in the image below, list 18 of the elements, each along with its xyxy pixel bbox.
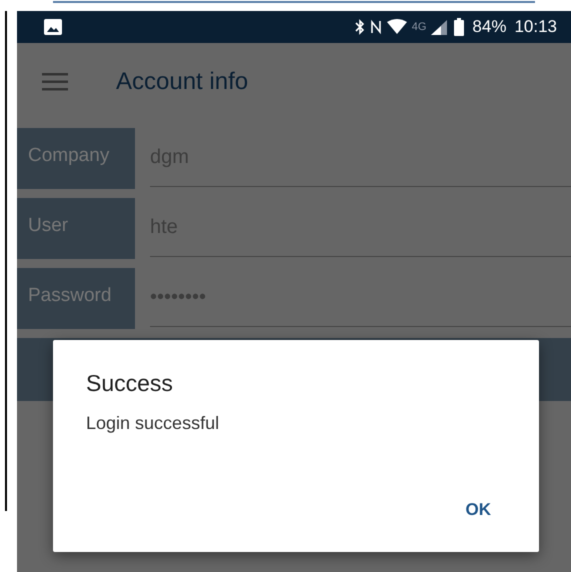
clock-time: 10:13 — [514, 17, 557, 37]
bluetooth-icon — [354, 19, 365, 35]
menu-icon[interactable] — [42, 73, 68, 91]
dialog-message: Login successful — [86, 413, 220, 434]
battery-icon — [454, 18, 464, 36]
field-label: User — [17, 198, 135, 259]
wifi-icon — [386, 19, 407, 35]
battery-percentage: 84% — [472, 17, 506, 37]
dialog-title: Success — [86, 370, 174, 397]
ok-button[interactable]: OK — [458, 496, 507, 524]
field-label: Password — [17, 268, 135, 329]
field-label: Company — [17, 128, 135, 189]
network-type: 4G — [412, 21, 426, 33]
input-field[interactable]: •••••••• — [150, 268, 571, 327]
signal-icon — [431, 19, 450, 35]
nfc-icon — [370, 19, 382, 35]
app-title: Account info — [116, 68, 248, 96]
image-icon — [44, 19, 62, 35]
